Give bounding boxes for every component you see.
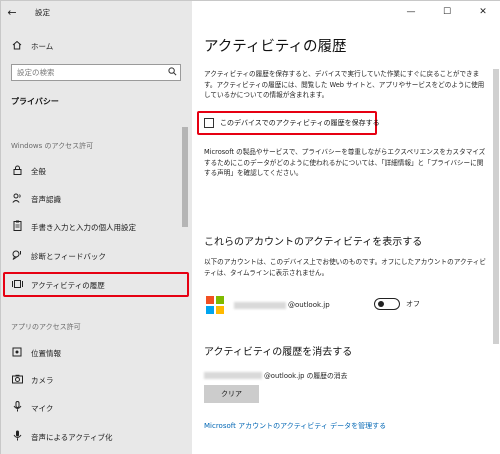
selected-item-highlight	[3, 272, 189, 297]
redacted-email-prefix	[234, 301, 286, 309]
search-input[interactable]: 設定の検索	[11, 64, 181, 81]
sidebar-scrollbar[interactable]	[182, 127, 188, 227]
microphone-icon	[11, 401, 23, 415]
sidebar-item-microphone[interactable]: マイク	[1, 398, 181, 418]
store-activity-checkbox-row[interactable]: このデバイスでのアクティビティの履歴を保存する	[204, 118, 380, 128]
clear-history-heading: アクティビティの履歴を消去する	[204, 347, 353, 358]
sidebar: ← 設定 ホーム 設定の検索 プライバシー Windows のアクセス許可 全般	[1, 1, 192, 454]
sidebar-item-label: カメラ	[31, 375, 54, 385]
sidebar-item-label: 音声によるアクティブ化	[31, 432, 113, 442]
sidebar-item-inking-typing[interactable]: 手書き入力と入力の個人用設定	[1, 217, 181, 237]
clear-history-text: @outlook.jp の履歴の消去	[264, 372, 348, 380]
title-bar: ← 設定	[1, 1, 192, 23]
maximize-button[interactable]: ☐	[429, 1, 465, 23]
account-row: @outlook.jp オフ	[206, 293, 496, 317]
redacted-email-prefix	[204, 371, 262, 379]
microsoft-logo-icon	[206, 296, 224, 314]
clear-history-line: @outlook.jp の履歴の消去	[204, 370, 347, 380]
minimize-button[interactable]: —	[393, 1, 429, 23]
store-activity-checkbox[interactable]	[204, 118, 214, 128]
sidebar-item-label: ホーム	[31, 41, 54, 51]
home-icon	[11, 40, 23, 53]
sidebar-item-label: 全般	[31, 166, 46, 176]
store-activity-label[interactable]: このデバイスでのアクティビティの履歴を保存する	[220, 118, 380, 128]
voice-activation-icon	[11, 430, 23, 444]
manage-activity-link[interactable]: Microsoft アカウントのアクティビティ データを管理する	[204, 421, 386, 431]
back-arrow-icon: ←	[7, 5, 17, 19]
close-button[interactable]: ✕	[465, 1, 500, 23]
search-icon[interactable]	[164, 66, 180, 79]
sidebar-item-location[interactable]: 位置情報	[1, 343, 181, 363]
sidebar-item-label: 診断とフィードバック	[31, 251, 106, 261]
page-title: アクティビティの履歴	[204, 39, 347, 55]
toggle-knob	[378, 301, 384, 307]
clear-button[interactable]: クリア	[204, 385, 259, 403]
account-email-suffix: @outlook.jp	[288, 301, 330, 309]
sidebar-item-label: マイク	[31, 403, 54, 413]
minimize-icon: —	[406, 7, 416, 17]
show-accounts-heading: これらのアカウントのアクティビティを表示する	[204, 237, 423, 248]
show-accounts-description: 以下のアカウントは、このデバイス上でお使いのものです。オフにしたアカウントのアク…	[204, 258, 486, 277]
sidebar-item-diagnostics[interactable]: 診断とフィードバック	[1, 246, 181, 266]
privacy-note: Microsoft の製品やサービスで、プライバシーを尊重しながらエクスペリエン…	[204, 148, 486, 177]
search-placeholder: 設定の検索	[17, 68, 55, 77]
content-scrollbar[interactable]	[493, 69, 499, 344]
toggle-state-label: オフ	[406, 300, 420, 308]
section-title: プライバシー	[11, 97, 59, 106]
feedback-icon	[11, 250, 23, 263]
group-heading-apps: アプリのアクセス許可	[11, 323, 81, 331]
window-controls: — ☐ ✕	[393, 1, 500, 23]
group-heading-windows: Windows のアクセス許可	[11, 142, 94, 150]
app-title: 設定	[35, 7, 50, 17]
settings-window: ← 設定 ホーム 設定の検索 プライバシー Windows のアクセス許可 全般	[0, 0, 500, 454]
sidebar-item-label: 音声認識	[31, 194, 61, 204]
sidebar-item-general[interactable]: 全般	[1, 161, 181, 181]
lock-icon	[11, 165, 23, 178]
clipboard-icon	[11, 220, 23, 234]
sidebar-item-label: 手書き入力と入力の個人用設定	[31, 222, 136, 232]
sidebar-item-voice-activation[interactable]: 音声によるアクティブ化	[1, 427, 181, 447]
sidebar-item-label: 位置情報	[31, 348, 61, 358]
account-toggle-wrap: オフ	[374, 298, 420, 310]
account-activity-toggle[interactable]	[374, 298, 400, 310]
sidebar-item-camera[interactable]: カメラ	[1, 370, 181, 390]
camera-icon	[11, 374, 23, 387]
sidebar-item-speech[interactable]: 音声認識	[1, 189, 181, 209]
back-button[interactable]: ←	[1, 1, 23, 23]
close-icon: ✕	[479, 7, 487, 17]
account-email: @outlook.jp	[234, 301, 330, 309]
main-content: — ☐ ✕ アクティビティの履歴 アクティビティの履歴を保存すると、デバイスで実…	[192, 1, 500, 454]
person-voice-icon	[11, 193, 23, 206]
maximize-icon: ☐	[442, 7, 452, 17]
sidebar-item-home[interactable]: ホーム	[1, 37, 192, 55]
intro-text: アクティビティの履歴を保存すると、デバイスで実行していた作業にすぐに戻ることがで…	[204, 70, 485, 99]
location-icon	[11, 347, 23, 360]
